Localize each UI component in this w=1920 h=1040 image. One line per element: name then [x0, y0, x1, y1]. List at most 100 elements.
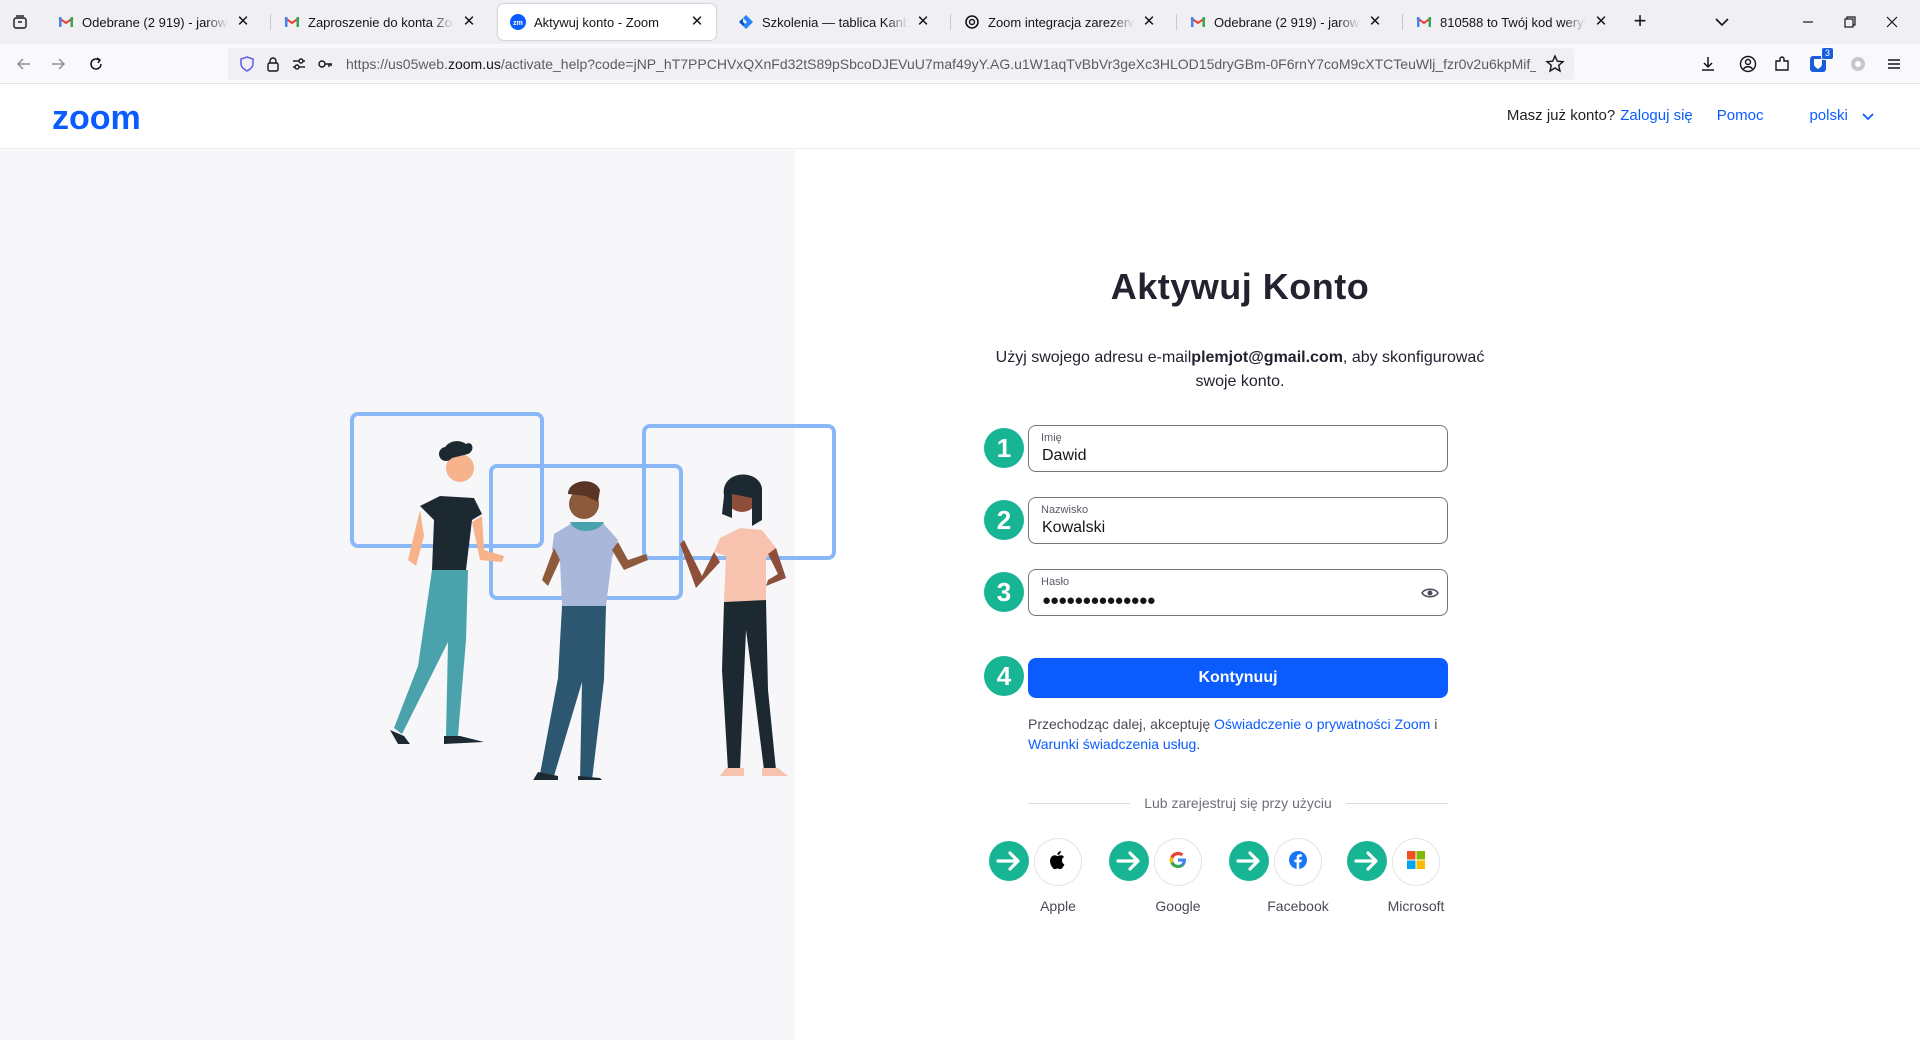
facebook-signin-button[interactable] — [1274, 838, 1322, 886]
chatgpt-icon — [964, 14, 980, 30]
account-icon[interactable] — [1734, 50, 1762, 78]
site-header: zoom Masz już konto? Zaloguj się Pomoc p… — [0, 85, 1920, 149]
close-tab-icon[interactable]: ✕ — [1592, 13, 1610, 31]
tab-list-icon[interactable] — [6, 8, 34, 36]
close-tab-icon[interactable]: ✕ — [460, 13, 478, 31]
tab-separator — [1402, 14, 1403, 30]
permissions-icon[interactable] — [288, 53, 310, 75]
facebook-icon — [1288, 850, 1308, 875]
terms-text: Przechodząc dalej, akceptuję Oświadczeni… — [1028, 716, 1438, 752]
forward-icon[interactable] — [44, 50, 72, 78]
password-field[interactable]: Hasło ●●●●●●●●●●●●●● — [1028, 569, 1448, 616]
language-selector[interactable]: polski — [1809, 107, 1874, 125]
extensions-icon[interactable] — [1768, 50, 1796, 78]
lock-icon[interactable] — [262, 53, 284, 75]
close-tab-icon[interactable]: ✕ — [914, 13, 932, 31]
zoom-icon: zm — [510, 14, 526, 30]
gmail-icon — [58, 14, 74, 30]
apple-label: Apple — [1040, 898, 1076, 914]
page-title: Aktywuj Konto — [1110, 266, 1370, 307]
password-value[interactable]: ●●●●●●●●●●●●●● — [1042, 592, 1156, 609]
zoom-logo[interactable]: zoom — [52, 99, 141, 138]
url-text[interactable]: https://us05web.zoom.us/activate_help?co… — [346, 56, 1536, 72]
tab-separator — [950, 14, 951, 30]
divider-line — [1345, 802, 1448, 804]
google-signin-button[interactable] — [1154, 838, 1202, 886]
tab-separator — [1176, 14, 1177, 30]
arrow-right-icon — [1109, 841, 1149, 881]
browser-tab-bar: Odebrane (2 919) - jarowicz.ma ✕ Zaprosz… — [0, 0, 1920, 44]
tab-title: Aktywuj konto - Zoom — [534, 14, 659, 30]
new-tab-icon[interactable]: + — [1628, 10, 1652, 34]
reload-icon[interactable] — [82, 50, 110, 78]
back-icon[interactable] — [10, 50, 38, 78]
toolbar-extension-icon[interactable] — [1844, 50, 1872, 78]
gmail-icon — [284, 14, 300, 30]
close-tab-icon[interactable]: ✕ — [234, 13, 252, 31]
tab-title: Szkolenia — tablica Kanban - Ji — [762, 14, 908, 30]
tab-verification-code[interactable]: 810588 to Twój kod weryfikacyj ✕ — [1404, 4, 1620, 40]
step-marker-4: 4 — [984, 656, 1024, 696]
show-password-icon[interactable] — [1421, 584, 1439, 602]
arrow-right-icon — [1347, 841, 1387, 881]
svg-text:zm: zm — [513, 20, 523, 27]
last-name-value[interactable]: Kowalski — [1042, 519, 1105, 537]
tab-title: Zaproszenie do konta Zoom - p — [308, 14, 454, 30]
or-register-text: Lub zarejestruj się przy użyciu — [1144, 795, 1332, 811]
tab-jira-kanban[interactable]: Szkolenia — tablica Kanban - Ji ✕ — [726, 4, 942, 40]
microsoft-icon — [1406, 850, 1426, 875]
list-all-tabs-icon[interactable] — [1710, 10, 1734, 34]
close-window-icon[interactable] — [1864, 0, 1920, 44]
close-tab-icon[interactable]: ✕ — [1140, 13, 1158, 31]
extension-badge: 3 — [1820, 47, 1834, 60]
header-nav: Masz już konto? Zaloguj się Pomoc polski — [1507, 107, 1874, 125]
apple-icon — [1048, 849, 1068, 876]
downloads-icon[interactable] — [1694, 50, 1722, 78]
browser-nav-bar: https://us05web.zoom.us/activate_help?co… — [0, 44, 1920, 84]
jira-icon — [738, 14, 754, 30]
step-marker-3: 3 — [984, 572, 1024, 612]
first-name-value[interactable]: Dawid — [1042, 447, 1086, 465]
menu-icon[interactable] — [1880, 50, 1908, 78]
last-name-label: Nazwisko — [1041, 504, 1089, 516]
tracking-shield-icon[interactable] — [236, 53, 258, 75]
tab-title: Odebrane (2 919) - jarowicz.ma — [82, 14, 228, 30]
last-name-field[interactable]: Nazwisko Kowalski — [1028, 497, 1448, 544]
address-bar[interactable]: https://us05web.zoom.us/activate_help?co… — [228, 48, 1574, 80]
help-link[interactable]: Pomoc — [1717, 107, 1764, 124]
tab-title: Odebrane (2 919) - jarowicz.ma — [1214, 14, 1360, 30]
microsoft-label: Microsoft — [1387, 898, 1445, 914]
bitwarden-icon[interactable]: 3 — [1804, 47, 1834, 78]
tab-activate-account[interactable]: zm Aktywuj konto - Zoom ✕ — [498, 4, 716, 40]
key-icon[interactable] — [314, 53, 336, 75]
login-link[interactable]: Zaloguj się — [1620, 107, 1693, 124]
bookmark-star-icon[interactable] — [1544, 53, 1566, 75]
microsoft-signin-button[interactable] — [1392, 838, 1440, 886]
tab-title: Zoom integracja zarezerwuj.pl — [988, 14, 1134, 30]
tab-zoom-integration[interactable]: Zoom integracja zarezerwuj.pl ✕ — [952, 4, 1168, 40]
gmail-icon — [1190, 14, 1206, 30]
have-account-text: Masz już konto? — [1506, 107, 1616, 125]
tab-gmail-inbox-2[interactable]: Odebrane (2 919) - jarowicz.ma ✕ — [1178, 4, 1394, 40]
gmail-icon — [1416, 14, 1432, 30]
or-divider: Lub zarejestruj się przy użyciu — [1028, 793, 1448, 813]
apple-signin-button[interactable] — [1034, 838, 1082, 886]
facebook-label: Facebook — [1267, 898, 1329, 914]
privacy-statement-link[interactable]: Oświadczenie o prywatności Zoom — [1214, 716, 1430, 732]
first-name-label: Imię — [1041, 432, 1062, 444]
continue-button[interactable]: Kontynuuj — [1028, 658, 1448, 698]
close-tab-icon[interactable]: ✕ — [688, 13, 706, 31]
intro-text: Użyj swojego adresu e-mailplemjot@gmail.… — [995, 349, 1485, 390]
tab-gmail-inbox-1[interactable]: Odebrane (2 919) - jarowicz.ma ✕ — [46, 4, 262, 40]
google-icon — [1168, 850, 1188, 875]
terms-of-service-link[interactable]: Warunki świadczenia usług — [1028, 736, 1196, 752]
step-marker-2: 2 — [984, 500, 1024, 540]
first-name-field[interactable]: Imię Dawid — [1028, 425, 1448, 472]
arrow-right-icon — [989, 841, 1029, 881]
chevron-down-icon — [1862, 108, 1874, 125]
divider-line — [1028, 802, 1131, 804]
close-tab-icon[interactable]: ✕ — [1366, 13, 1384, 31]
language-label: polski — [1809, 107, 1848, 124]
google-label: Google — [1155, 898, 1201, 914]
tab-zoom-invitation[interactable]: Zaproszenie do konta Zoom - p ✕ — [272, 4, 488, 40]
